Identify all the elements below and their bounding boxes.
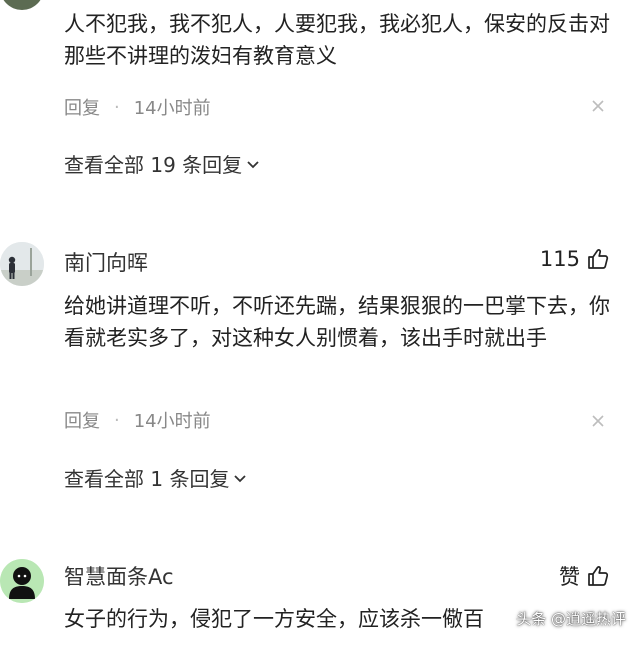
username[interactable]: 智慧面条Ac — [64, 561, 174, 591]
view-all-replies-label: 查看全部 19 条回复 — [64, 153, 243, 177]
like-button[interactable]: 115 — [540, 247, 610, 271]
watermark: 头条 @逍遥热评 — [516, 610, 626, 628]
like-button[interactable]: 赞 — [559, 561, 610, 591]
close-icon[interactable] — [590, 410, 606, 434]
reply-button[interactable]: 回复 — [64, 407, 100, 433]
close-icon — [592, 415, 604, 427]
close-icon — [592, 100, 604, 112]
like-label: 赞 — [559, 565, 580, 589]
meta-separator: · — [114, 96, 120, 118]
comment-text: 给她讲道理不听，不听还先踹，结果狠狠的一巴掌下去，你看就老实多了，对这种女人别惯… — [64, 294, 610, 350]
thumbs-up-icon — [588, 566, 609, 586]
comment-meta: 回复 · 14小时前 — [64, 407, 211, 433]
view-all-replies-label: 查看全部 1 条回复 — [64, 467, 230, 491]
chevron-down-icon — [234, 474, 247, 482]
meta-separator: · — [114, 409, 120, 431]
timestamp: 14小时前 — [133, 411, 211, 432]
avatar-image — [0, 242, 44, 286]
like-count: 115 — [539, 247, 580, 271]
avatar[interactable] — [0, 559, 44, 603]
reply-button[interactable]: 回复 — [64, 94, 100, 120]
thumbs-up-icon — [588, 249, 609, 269]
view-all-replies-link[interactable]: 查看全部 1 条回复 — [64, 463, 249, 492]
avatar[interactable] — [0, 242, 44, 286]
comment-text: 人不犯我，我不犯人，人要犯我，我必犯人，保安的反击对那些不讲理的泼妇有教育意义 — [64, 12, 610, 68]
comment-text: 女子的行为，侵犯了一方安全，应该杀一儆百 — [64, 607, 484, 631]
avatar-image — [0, 559, 44, 603]
chevron-down-icon — [247, 160, 259, 168]
timestamp: 14小时前 — [133, 98, 211, 119]
avatar[interactable] — [0, 0, 44, 10]
username[interactable]: 南门向晖 — [64, 247, 148, 277]
comment-meta: 回复 · 14小时前 — [64, 94, 211, 120]
view-all-replies-link[interactable]: 查看全部 19 条回复 — [64, 149, 262, 178]
close-icon[interactable] — [590, 95, 606, 119]
